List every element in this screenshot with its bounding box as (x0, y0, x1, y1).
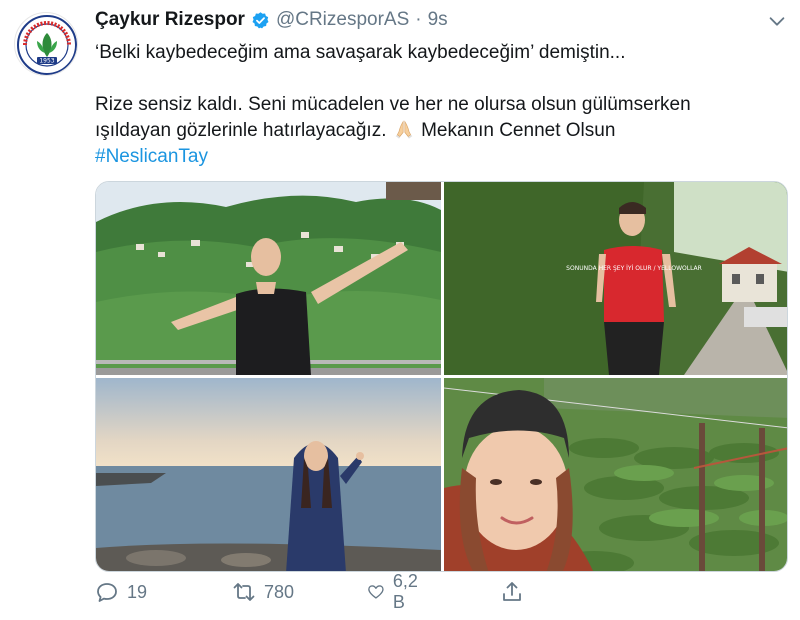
reply-count: 19 (127, 581, 148, 602)
chevron-down-icon[interactable] (766, 10, 788, 32)
media-grid: SONUNDA HER ŞEY İYİ OLUR / YELLOWOLLAR (95, 181, 788, 572)
folded-hands-icon (395, 120, 413, 139)
tweet-header: Çaykur Rizespor @CRizesporAS · 9s (95, 9, 448, 31)
logo-year: 1953 (39, 58, 54, 65)
share-button[interactable] (500, 580, 524, 604)
share-icon (503, 582, 521, 601)
tweet-text: ‘Belki kaybedeceğim ama savaşarak kaybed… (95, 40, 785, 170)
tweet-text-line: ışıldayan gözlerinle hatırlayacağız. Mek… (95, 118, 785, 144)
tweet-text-part: ışıldayan gözlerinle hatırlayacağız. (95, 120, 387, 141)
retweet-button[interactable]: 780 (232, 580, 294, 604)
reply-button[interactable]: 19 (95, 580, 147, 604)
verified-badge-icon (252, 11, 269, 28)
rizespor-logo-icon: 1953 (16, 14, 77, 75)
photo-selfie-tea-field[interactable] (444, 378, 787, 571)
heart-icon (368, 585, 384, 599)
separator-dot: · (415, 9, 422, 30)
tweet-text-line: Rize sensiz kaldı. Seni mücadelen ve her… (95, 94, 691, 115)
shirt-text: SONUNDA HER ŞEY İYİ OLUR / YELLOWOLLAR (566, 265, 702, 272)
tweet-text-line: ‘Belki kaybedeceğim ama savaşarak kaybed… (95, 42, 626, 63)
display-name[interactable]: Çaykur Rizespor (95, 9, 245, 31)
photo-road-red-shirt[interactable]: SONUNDA HER ŞEY İYİ OLUR / YELLOWOLLAR (444, 182, 787, 375)
tweet: 1953 Çaykur Rizespor @CRizesporAS · 9s ‘… (0, 0, 800, 620)
tweet-text-part: Mekanın Cennet Olsun (421, 120, 616, 141)
timestamp[interactable]: 9s (428, 9, 448, 31)
photo-sea-hoodie[interactable] (96, 378, 441, 571)
handle[interactable]: @CRizesporAS (276, 9, 409, 31)
hashtag-link[interactable]: #NeslicanTay (95, 146, 208, 167)
retweet-count: 780 (264, 581, 295, 602)
avatar[interactable]: 1953 (14, 12, 78, 76)
reply-icon (97, 583, 117, 602)
photo-balcony-arms-open[interactable] (96, 182, 441, 375)
like-count: 6,2 B (392, 571, 418, 612)
retweet-icon (233, 583, 255, 601)
like-button[interactable]: 6,2 B (367, 571, 424, 613)
